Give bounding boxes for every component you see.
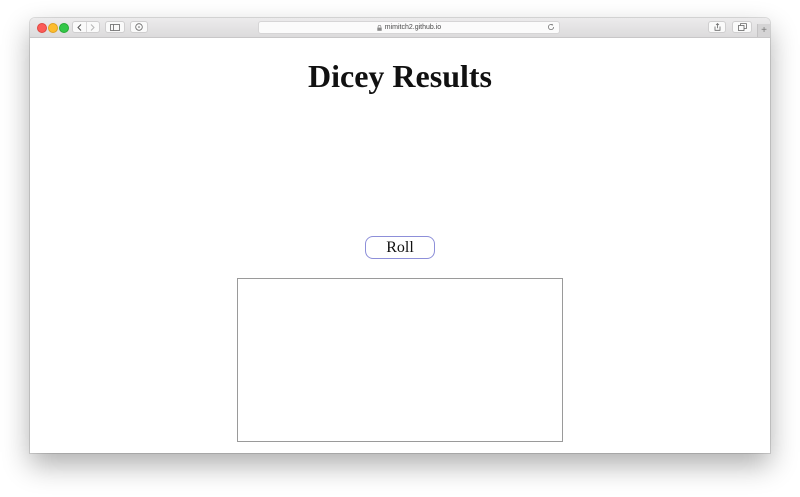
- roll-button[interactable]: Roll: [365, 236, 435, 259]
- forward-button[interactable]: [85, 22, 100, 32]
- chevron-left-icon: [77, 23, 82, 31]
- close-window-button[interactable]: [37, 23, 47, 33]
- chevron-right-icon: [90, 23, 95, 31]
- plus-icon: +: [761, 25, 767, 36]
- top-sites-button[interactable]: [130, 21, 148, 33]
- lock-icon: [377, 24, 382, 31]
- browser-window: mimitch2.github.io + Dicey Results Roll: [30, 18, 770, 453]
- url-text: mimitch2.github.io: [384, 24, 442, 31]
- sidebar-icon: [110, 23, 120, 31]
- compass-icon: [135, 23, 143, 31]
- share-icon: [714, 23, 720, 31]
- page-title: Dicey Results: [308, 58, 492, 94]
- address-bar[interactable]: mimitch2.github.io: [258, 21, 560, 34]
- reload-icon[interactable]: [547, 23, 555, 31]
- results-box: [237, 278, 563, 442]
- tabs-icon: [737, 23, 747, 31]
- new-tab-button[interactable]: +: [757, 24, 770, 37]
- share-button[interactable]: [708, 21, 726, 33]
- tab-overview-button[interactable]: [732, 21, 752, 33]
- maximize-window-button[interactable]: [59, 23, 69, 33]
- browser-toolbar: mimitch2.github.io +: [30, 18, 770, 38]
- history-nav: [72, 21, 100, 33]
- sidebar-toggle-button[interactable]: [105, 21, 125, 33]
- page-content: Dicey Results Roll: [30, 38, 770, 453]
- back-button[interactable]: [73, 22, 86, 32]
- minimize-window-button[interactable]: [48, 23, 58, 33]
